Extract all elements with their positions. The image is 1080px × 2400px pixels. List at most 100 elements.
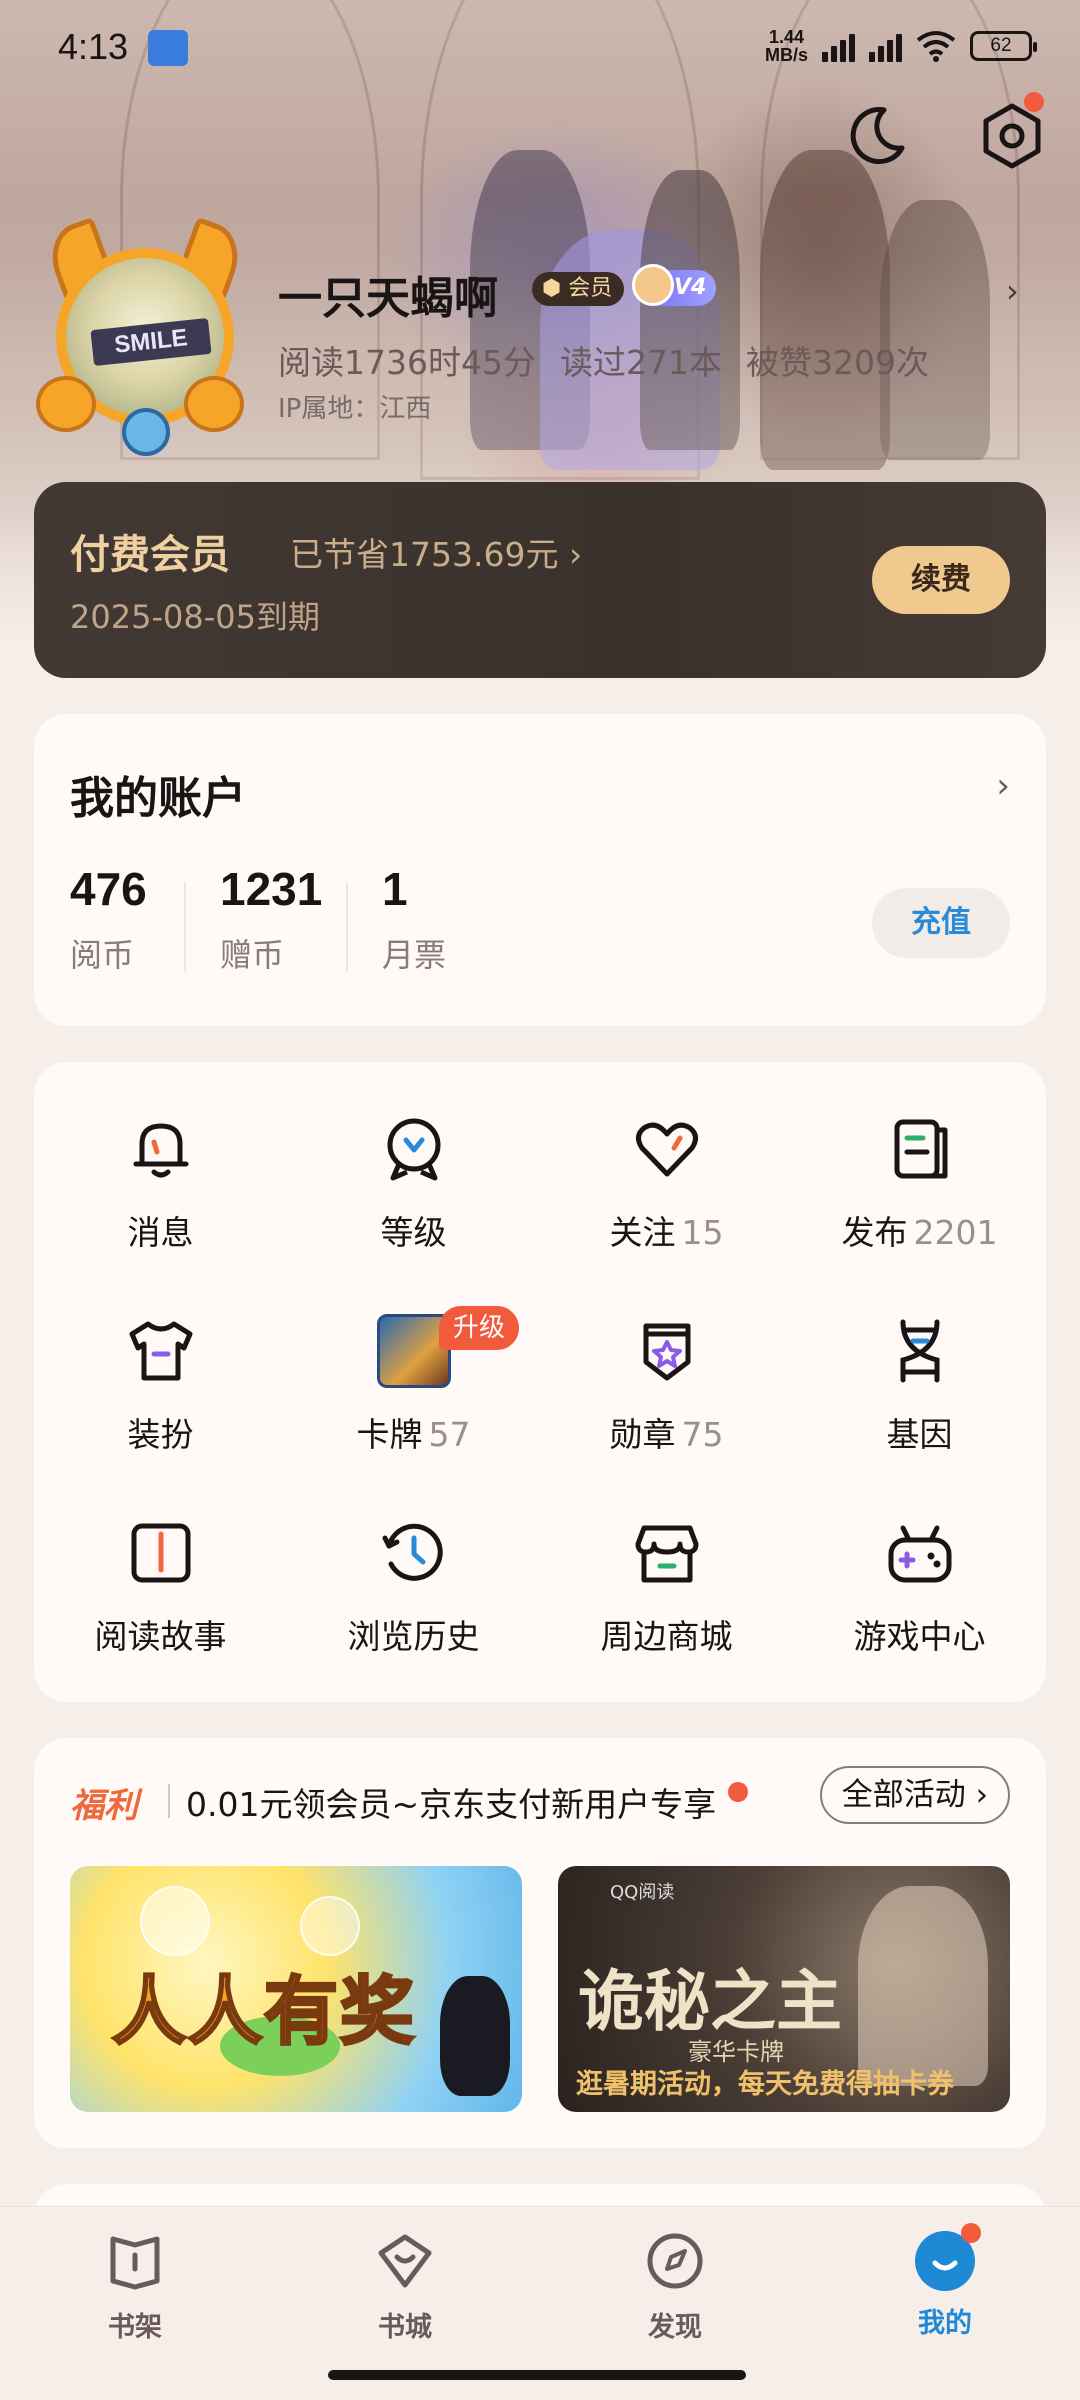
vip-badge[interactable]: ⬢ 会员 bbox=[532, 272, 625, 306]
book-icon bbox=[131, 1523, 190, 1583]
welfare-tag: 福利 bbox=[70, 1786, 138, 1826]
menu-item-dressup[interactable]: 装扮 bbox=[34, 1314, 287, 1474]
menu-item-messages[interactable]: 消息 bbox=[34, 1112, 287, 1272]
vip-saved-amount[interactable]: 已节省1753.69元 › bbox=[290, 528, 582, 576]
reading-time: 阅读1736时45分 bbox=[278, 343, 536, 382]
medal-icon bbox=[643, 1323, 690, 1381]
account-title[interactable]: 我的账户 bbox=[70, 762, 246, 826]
menu-label: 阅读故事 bbox=[94, 1617, 227, 1656]
bookshelf-icon bbox=[110, 2236, 160, 2290]
menu-label: 浏览历史 bbox=[347, 1617, 480, 1656]
account-card: 我的账户 › 476 阅币 1231 赠币 1 月票 充值 bbox=[34, 714, 1046, 1026]
account-coins[interactable]: 476 阅币 bbox=[70, 862, 147, 976]
likes-received: 被赞3209次 bbox=[745, 343, 929, 382]
settings-notification-dot bbox=[1024, 92, 1044, 112]
divider bbox=[168, 1784, 170, 1818]
menu-item-medals[interactable]: 勋章 75 bbox=[540, 1314, 793, 1474]
penguin-mascot bbox=[440, 1976, 510, 2096]
nav-bookstore[interactable]: 书城 bbox=[335, 2231, 475, 2344]
dna-icon bbox=[899, 1319, 940, 1383]
bell-icon bbox=[133, 1123, 188, 1178]
feature-menu-card: 消息 等级 关注 15 发布 2201 装扮 升级 卡牌 57 勋章 75 基因… bbox=[34, 1062, 1046, 1702]
bell-decoration bbox=[122, 408, 170, 456]
gift-coins-label: 赠币 bbox=[220, 936, 285, 974]
settings-button[interactable] bbox=[976, 92, 1048, 172]
menu-label: 装扮 bbox=[127, 1415, 194, 1454]
monthly-tickets-label: 月票 bbox=[382, 936, 447, 974]
menu-item-level[interactable]: 等级 bbox=[287, 1112, 540, 1272]
welfare-headline[interactable]: 0.01元领会员~京东支付新用户专享 bbox=[186, 1778, 716, 1826]
username[interactable]: 一只天蝎啊 bbox=[278, 262, 498, 326]
menu-item-gene[interactable]: 基因 bbox=[793, 1314, 1046, 1474]
nav-label: 书架 bbox=[108, 2312, 162, 2343]
signal-icon bbox=[869, 30, 902, 62]
menu-item-game-center[interactable]: 游戏中心 bbox=[793, 1516, 1046, 1676]
menu-label: 基因 bbox=[886, 1415, 953, 1454]
follow-count: 15 bbox=[681, 1213, 724, 1252]
account-monthly-tickets[interactable]: 1 月票 bbox=[382, 862, 446, 976]
menu-label: 发布 2201 bbox=[841, 1213, 998, 1252]
menu-item-cards[interactable]: 升级 卡牌 57 bbox=[287, 1306, 540, 1474]
night-mode-button[interactable] bbox=[840, 100, 912, 172]
network-speed: 1.44 MB/s bbox=[765, 28, 808, 64]
tshirt-icon bbox=[129, 1321, 192, 1381]
bubble-decoration bbox=[140, 1886, 210, 1956]
nav-label: 我的 bbox=[918, 2308, 972, 2339]
gift-coins-value: 1231 bbox=[220, 863, 323, 915]
coins-value: 476 bbox=[70, 863, 147, 915]
status-bar: 4:13 1.44 MB/s 62 bbox=[0, 0, 1080, 96]
welfare-notification-dot bbox=[728, 1782, 748, 1802]
menu-item-reading-stories[interactable]: 阅读故事 bbox=[34, 1516, 287, 1676]
paw-decoration bbox=[36, 376, 96, 432]
battery-icon: 62 bbox=[970, 31, 1037, 61]
recharge-button[interactable]: 充值 bbox=[872, 888, 1010, 958]
wifi-icon bbox=[916, 31, 956, 62]
banner-cta: 逛暑期活动，每天免费得抽卡券 bbox=[576, 2069, 954, 2100]
banner-title: 诡秘之主 bbox=[578, 1962, 842, 2040]
nav-discover[interactable]: 发现 bbox=[605, 2231, 745, 2344]
feature-menu-grid: 消息 等级 关注 15 发布 2201 装扮 升级 卡牌 57 勋章 75 基因… bbox=[34, 1112, 1046, 1676]
menu-label: 等级 bbox=[380, 1213, 447, 1252]
menu-item-follow[interactable]: 关注 15 bbox=[540, 1112, 793, 1272]
all-activities-button[interactable]: 全部活动 › bbox=[819, 1766, 1010, 1824]
chevron-right-icon[interactable]: › bbox=[1006, 272, 1019, 310]
medals-count: 75 bbox=[681, 1415, 724, 1454]
coins-label: 阅币 bbox=[70, 936, 135, 974]
shop-icon bbox=[635, 1525, 698, 1583]
divider bbox=[184, 882, 186, 972]
profile-stats: 阅读1736时45分 读过271本 被赞3209次 bbox=[278, 336, 953, 384]
vip-expire-date: 2025-08-05到期 bbox=[70, 598, 320, 636]
banner-lord-of-mysteries[interactable]: QQ阅读 诡秘之主 豪华卡牌 逛暑期活动，每天免费得抽卡券 bbox=[558, 1866, 1010, 2112]
welfare-card: 福利 0.01元领会员~京东支付新用户专享 全部活动 › 人人有奖 QQ阅读 诡… bbox=[34, 1738, 1046, 2148]
renew-button[interactable]: 续费 bbox=[872, 546, 1010, 614]
nav-bookshelf[interactable]: 书架 bbox=[65, 2231, 205, 2344]
menu-label: 卡牌 57 bbox=[356, 1415, 471, 1454]
publish-icon bbox=[894, 1119, 947, 1179]
character-figure bbox=[858, 1886, 988, 2086]
cards-count: 57 bbox=[428, 1415, 471, 1454]
nav-profile[interactable]: 我的 bbox=[875, 2223, 1015, 2340]
chevron-right-icon[interactable]: › bbox=[996, 766, 1010, 806]
menu-label: 游戏中心 bbox=[853, 1617, 986, 1656]
divider bbox=[346, 882, 348, 972]
profile-icon bbox=[915, 2223, 981, 2291]
vip-card[interactable]: 付费会员 已节省1753.69元 › 2025-08-05到期 续费 bbox=[34, 482, 1046, 678]
banner-rewards[interactable]: 人人有奖 bbox=[70, 1866, 522, 2112]
profile-notification-dot bbox=[961, 2223, 981, 2243]
network-speed-value: 1.44 bbox=[768, 27, 805, 47]
monthly-tickets-value: 1 bbox=[382, 863, 408, 915]
menu-item-publish[interactable]: 发布 2201 bbox=[793, 1112, 1046, 1272]
banner-logo: QQ阅读 bbox=[610, 1882, 675, 1903]
account-gift-coins[interactable]: 1231 赠币 bbox=[220, 862, 322, 976]
menu-label: 勋章 75 bbox=[609, 1415, 724, 1454]
moon-icon bbox=[850, 107, 905, 164]
menu-item-merch-store[interactable]: 周边商城 bbox=[540, 1516, 793, 1676]
menu-label: 消息 bbox=[127, 1213, 194, 1252]
menu-item-history[interactable]: 浏览历史 bbox=[287, 1516, 540, 1676]
level-mascot-icon bbox=[632, 264, 674, 306]
vip-title: 付费会员 bbox=[70, 532, 230, 578]
avatar[interactable]: SMILE bbox=[34, 216, 264, 456]
banner-rewards-title: 人人有奖 bbox=[111, 1968, 416, 2057]
home-indicator[interactable] bbox=[328, 2370, 746, 2380]
nav-label: 发现 bbox=[648, 2312, 702, 2343]
